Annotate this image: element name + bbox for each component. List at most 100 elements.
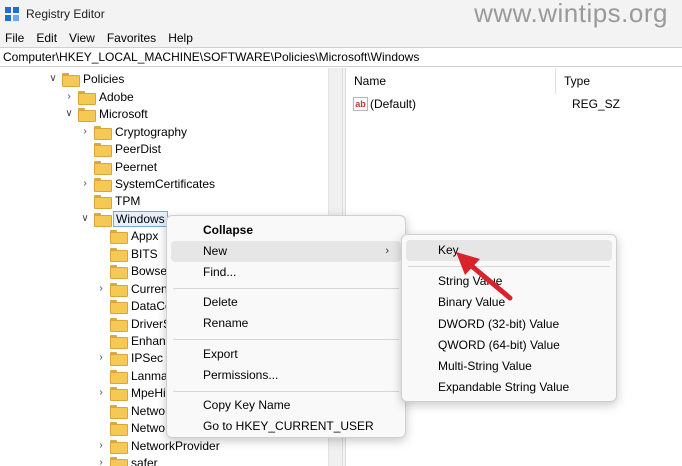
- submenu-item-multi-string-value[interactable]: Multi-String Value: [406, 356, 612, 377]
- menu-favorites[interactable]: Favorites: [102, 31, 161, 45]
- window-title: Registry Editor: [26, 7, 105, 21]
- tree-node-label: Netwo: [131, 403, 166, 418]
- column-header-type[interactable]: Type: [556, 68, 682, 94]
- folder-icon: [110, 299, 128, 314]
- tree-node-adobe[interactable]: › Adobe: [64, 88, 136, 105]
- tree-node-drivers[interactable]: DriverS: [96, 315, 173, 332]
- red-arrow-annotation: [456, 252, 513, 301]
- tree-node-label: Bowse: [131, 263, 168, 278]
- folder-icon: [62, 72, 80, 87]
- folder-icon: [94, 177, 112, 192]
- tree-node-cryptography[interactable]: › Cryptography: [80, 123, 189, 140]
- tree-node-bowse[interactable]: Bowse: [96, 262, 169, 279]
- tree-node-peernet[interactable]: Peernet: [80, 158, 159, 175]
- tree-node-bits[interactable]: BITS: [96, 245, 160, 262]
- menu-item-new-label: New: [203, 244, 228, 258]
- tree-node-safer[interactable]: › safer: [96, 454, 160, 466]
- column-header-name[interactable]: Name: [346, 68, 556, 94]
- tree-node-dataco[interactable]: DataCo: [96, 297, 174, 314]
- chevron-down-icon[interactable]: ∨: [64, 108, 74, 119]
- menu-item-find[interactable]: Find...: [171, 262, 401, 283]
- menu-item-permissions[interactable]: Permissions...: [171, 365, 401, 386]
- tree-node-label: Lanma: [131, 368, 168, 383]
- tree-node-netwo-1[interactable]: Netwo: [96, 402, 167, 419]
- menu-item-export[interactable]: Export: [171, 344, 401, 365]
- tree-node-label: Netwo: [131, 420, 166, 435]
- watermark: www.wintips.org: [466, 0, 682, 28]
- chevron-right-icon[interactable]: ›: [80, 178, 90, 189]
- menu-item-collapse[interactable]: Collapse: [171, 220, 401, 241]
- tree-node-tpm[interactable]: TPM: [80, 192, 142, 209]
- menu-help[interactable]: Help: [163, 31, 198, 45]
- tree-node-label: NetworkProvider: [131, 438, 220, 453]
- tree-node-networkprovider[interactable]: › NetworkProvider: [96, 437, 222, 454]
- tree-node-label: TPM: [115, 193, 141, 208]
- tree-node-label: PeerDist: [115, 141, 162, 156]
- chevron-right-icon: ›: [385, 245, 389, 257]
- submenu-item-expandable-string-value[interactable]: Expandable String Value: [406, 377, 612, 398]
- tree-node-peerdist[interactable]: PeerDist: [80, 140, 163, 157]
- chevron-right-icon[interactable]: ›: [96, 283, 106, 294]
- folder-icon: [110, 351, 128, 366]
- tree-node-appx[interactable]: Appx: [96, 227, 160, 244]
- tree-node-label: Windows: [113, 210, 168, 227]
- tree-node-label: Peernet: [115, 159, 158, 174]
- tree-node-label: Policies: [83, 71, 125, 86]
- tree-node-label: IPSec: [131, 350, 164, 365]
- tree-node-windows[interactable]: ∨ Windows: [80, 210, 168, 227]
- folder-icon: [78, 90, 96, 105]
- folder-icon: [110, 421, 128, 436]
- tree-node-systemcertificates[interactable]: › SystemCertificates: [80, 175, 217, 192]
- folder-icon: [110, 264, 128, 279]
- tree-node-label: Appx: [131, 228, 159, 243]
- tree-node-label: MpeHi: [131, 385, 166, 400]
- menu-item-rename[interactable]: Rename: [171, 313, 401, 334]
- tree-node-netwo-2[interactable]: Netwo: [96, 419, 167, 436]
- chevron-right-icon[interactable]: ›: [96, 387, 106, 398]
- tree-node-curren[interactable]: › Curren: [96, 280, 170, 297]
- red-arrow-shaft: [465, 260, 513, 301]
- menu-item-delete[interactable]: Delete: [171, 292, 401, 313]
- chevron-right-icon[interactable]: ›: [96, 457, 106, 466]
- menu-view[interactable]: View: [64, 31, 100, 45]
- chevron-right-icon[interactable]: ›: [96, 440, 106, 451]
- chevron-right-icon[interactable]: ›: [80, 126, 90, 137]
- context-menu: Collapse New › Find... Delete Rename Exp…: [166, 215, 406, 438]
- value-name: (Default): [370, 97, 417, 111]
- submenu-item-qword-value[interactable]: QWORD (64-bit) Value: [406, 335, 612, 356]
- menu-item-copy-key-name[interactable]: Copy Key Name: [171, 395, 401, 416]
- folder-icon: [110, 456, 128, 466]
- tree-node-policies[interactable]: ∨ Policies: [48, 70, 126, 87]
- tree-node-label: BITS: [131, 246, 158, 261]
- chevron-down-icon[interactable]: ∨: [80, 213, 90, 224]
- chevron-right-icon[interactable]: ›: [64, 91, 74, 102]
- value-row-default[interactable]: ab (Default) REG_SZ: [346, 95, 682, 113]
- tree-node-label: Cryptography: [115, 124, 188, 139]
- chevron-down-icon[interactable]: ∨: [48, 73, 58, 84]
- menu-file[interactable]: File: [0, 31, 29, 45]
- tree-node-label: Microsoft: [99, 106, 148, 121]
- tree-node-lanma[interactable]: Lanma: [96, 367, 170, 384]
- address-bar[interactable]: Computer\HKEY_LOCAL_MACHINE\SOFTWARE\Pol…: [0, 47, 682, 67]
- submenu-item-dword-value[interactable]: DWORD (32-bit) Value: [406, 314, 612, 335]
- menu-item-new[interactable]: New ›: [171, 241, 401, 262]
- menu-item-goto-hkcu[interactable]: Go to HKEY_CURRENT_USER: [171, 416, 401, 437]
- folder-icon: [94, 212, 112, 227]
- menu-separator: [173, 288, 399, 289]
- tree-node-mpehi[interactable]: › MpeHi: [96, 384, 168, 401]
- folder-icon: [110, 386, 128, 401]
- folder-icon: [110, 229, 128, 244]
- folder-icon: [110, 369, 128, 384]
- registry-editor-icon: [5, 7, 19, 21]
- folder-icon: [110, 317, 128, 332]
- tree-node-microsoft[interactable]: ∨ Microsoft: [64, 105, 150, 122]
- tree-node-ipsec[interactable]: › IPSec: [96, 349, 165, 366]
- folder-icon: [94, 125, 112, 140]
- menu-separator: [173, 339, 399, 340]
- folder-icon: [110, 282, 128, 297]
- tree-node-enhanc[interactable]: Enhanc: [96, 332, 174, 349]
- chevron-right-icon[interactable]: ›: [96, 352, 106, 363]
- tree-node-label: safer: [131, 455, 158, 466]
- menu-edit[interactable]: Edit: [31, 31, 62, 45]
- tree-node-label: Adobe: [99, 89, 134, 104]
